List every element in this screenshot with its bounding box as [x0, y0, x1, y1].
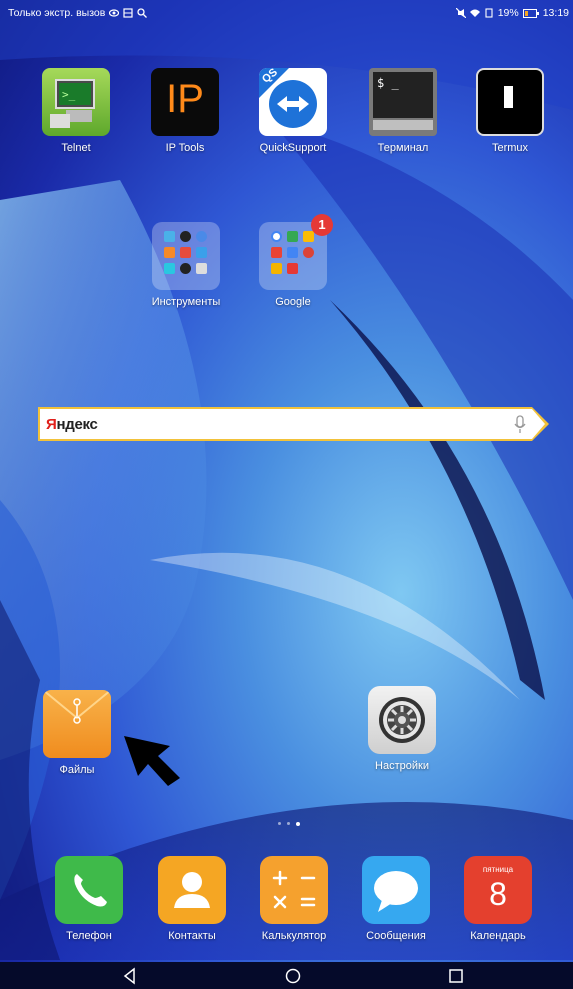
telnet-icon: >_ [42, 68, 110, 136]
wifi-icon [469, 9, 480, 17]
folder-instruments[interactable]: Инструменты [136, 222, 236, 308]
navigation-bar [0, 962, 573, 989]
search-icon [137, 8, 148, 18]
files-icon [43, 690, 111, 758]
termux-icon [476, 68, 544, 136]
app-label: Telnet [61, 142, 91, 154]
settings-gear-icon [368, 686, 436, 754]
app-quicksupport[interactable]: QS QuickSupport [243, 68, 343, 154]
app-label: QuickSupport [259, 142, 327, 154]
home-screen: Только экстр. вызов 19% 13:19 >_ Telnet [0, 0, 573, 989]
dock-app-calculator[interactable]: Калькулятор [244, 856, 344, 942]
microphone-icon[interactable] [514, 415, 526, 435]
sim-icon [485, 8, 493, 18]
eye-icon [109, 9, 120, 17]
app-telnet[interactable]: >_ Telnet [26, 68, 126, 154]
app-files[interactable]: Файлы [27, 690, 127, 776]
app-label: Калькулятор [261, 930, 327, 942]
app-label: IP Tools [165, 142, 205, 154]
folder-label: Инструменты [151, 296, 221, 308]
folder-google[interactable]: 1 Google [243, 214, 343, 308]
ip-tools-tile-text: IP [166, 77, 204, 121]
battery-icon [522, 8, 539, 18]
app-termux[interactable]: Termux [460, 68, 560, 154]
contacts-icon [158, 856, 226, 924]
carrier-text: Только экстр. вызов [8, 7, 106, 19]
back-icon[interactable] [120, 966, 140, 986]
page-dot [278, 822, 281, 825]
messages-icon [362, 856, 430, 924]
yandex-logo: Яндекс [46, 416, 98, 433]
app-label: Календарь [470, 930, 526, 942]
notification-badge: 1 [311, 214, 333, 236]
calendar-icon: пятница 8 [464, 856, 532, 924]
phone-icon [55, 856, 123, 924]
home-icon[interactable] [283, 966, 303, 986]
yandex-search-bar[interactable]: Яндекс [38, 407, 549, 441]
dock-app-contacts[interactable]: Контакты [142, 856, 242, 942]
page-indicator [278, 821, 300, 826]
folder-icon: 1 [259, 214, 333, 290]
app-label: Контакты [168, 930, 216, 942]
terminal-icon: $ _ [369, 68, 437, 136]
svg-text:>_: >_ [62, 88, 76, 101]
terminal-tile-text: $ _ [377, 76, 399, 90]
ip-tools-icon: IP [151, 68, 219, 136]
folder-label: Google [275, 296, 311, 308]
folder-icon [152, 222, 220, 290]
app-ip-tools[interactable]: IP IP Tools [135, 68, 235, 154]
calculator-icon [260, 856, 328, 924]
page-dot-active [296, 821, 300, 826]
app-label: Termux [491, 142, 529, 154]
app-settings[interactable]: Настройки [352, 686, 452, 772]
app-terminal[interactable]: $ _ Терминал [353, 68, 453, 154]
dock-app-phone[interactable]: Телефон [39, 856, 139, 942]
recents-icon[interactable] [446, 966, 466, 986]
status-right: 19% 13:19 [455, 7, 569, 19]
status-left: Только экстр. вызов [8, 7, 148, 19]
app-label: Файлы [59, 764, 95, 776]
app-label: Настройки [375, 760, 429, 772]
app-label: Сообщения [366, 930, 426, 942]
screenshot-icon [123, 8, 133, 18]
mute-icon [455, 8, 466, 18]
dock-app-messages[interactable]: Сообщения [346, 856, 446, 942]
calendar-day: 8 [489, 876, 507, 912]
app-label: Телефон [66, 930, 112, 942]
quicksupport-icon: QS [259, 68, 327, 136]
app-label: Терминал [377, 142, 429, 154]
status-bar: Только экстр. вызов 19% 13:19 [0, 0, 573, 26]
page-dot [287, 822, 290, 825]
clock: 13:19 [542, 7, 569, 19]
battery-percent: 19% [497, 7, 519, 19]
calendar-weekday: пятница [482, 865, 514, 874]
cursor-arrow-icon [124, 736, 180, 786]
dock-app-calendar[interactable]: пятница 8 Календарь [448, 856, 548, 942]
